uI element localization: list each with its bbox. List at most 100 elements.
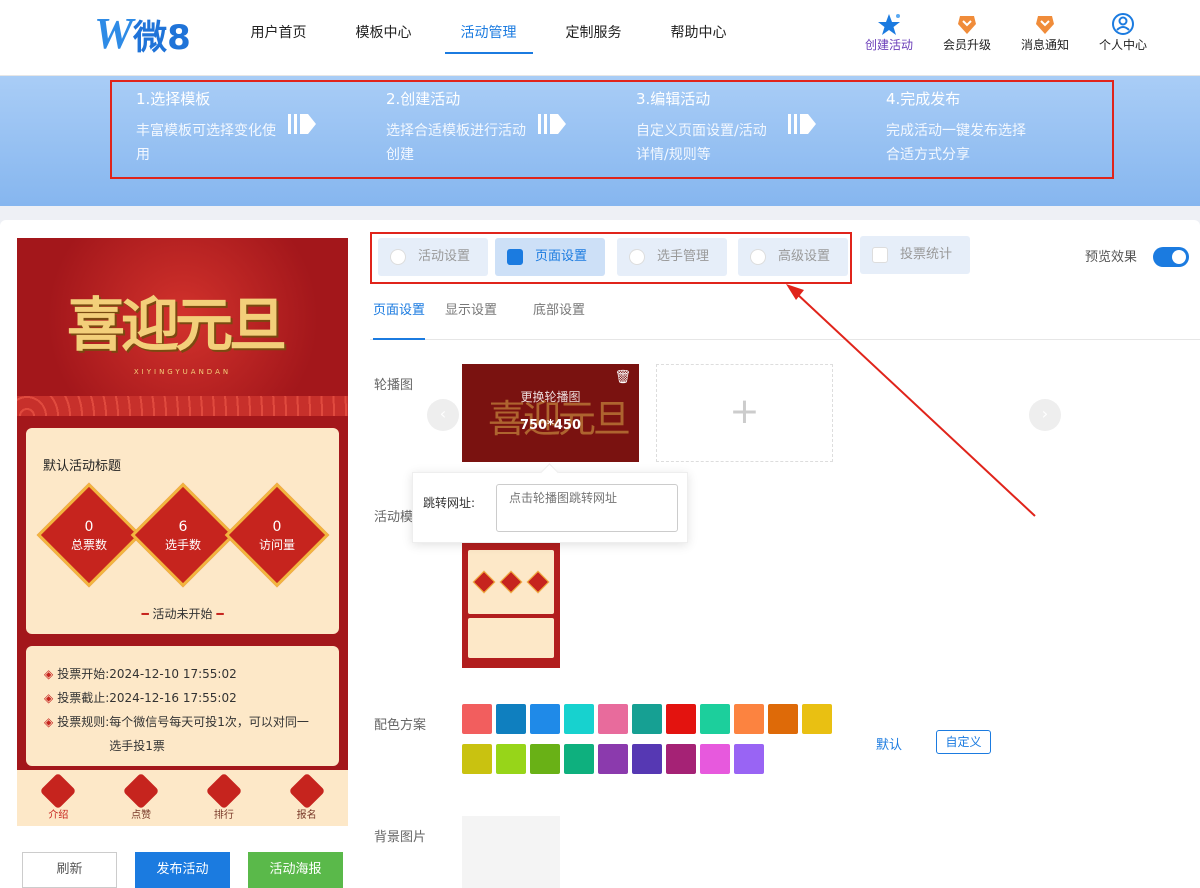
- color-swatch[interactable]: [564, 744, 594, 774]
- subtab-display-settings[interactable]: 显示设置: [445, 290, 513, 340]
- color-swatch[interactable]: [734, 704, 764, 734]
- status-deco-icon: ━: [212, 607, 224, 621]
- main-nav: 用户首页 模板中心 活动管理 定制服务 帮助中心: [226, 0, 751, 76]
- stat-value: 0: [272, 519, 282, 535]
- color-swatch[interactable]: [564, 704, 594, 734]
- color-swatch[interactable]: [666, 744, 696, 774]
- rule-row: ◈ 投票规则: 每个微信号每天可投1次，可以对同一选手投1票: [44, 710, 339, 758]
- rule-label: 投票截止:: [57, 691, 110, 705]
- subtab-footer-settings[interactable]: 底部设置: [533, 290, 601, 340]
- action-buttons: 刷新 发布活动 活动海报: [22, 852, 361, 888]
- tabbar-item-intro[interactable]: 介绍: [17, 770, 100, 826]
- background-image-upload[interactable]: [462, 816, 560, 888]
- tab-page-settings[interactable]: 页面设置: [495, 238, 605, 276]
- next-arrow-icon[interactable]: ›: [1029, 399, 1061, 431]
- create-activity-button[interactable]: 创建活动: [850, 10, 928, 53]
- personal-center-button[interactable]: 个人中心: [1084, 10, 1162, 53]
- step-desc: 自定义页面设置/活动详情/规则等: [636, 123, 767, 163]
- publish-button[interactable]: 发布活动: [135, 852, 230, 888]
- nav-item-help[interactable]: 帮助中心: [646, 0, 751, 76]
- prev-arrow-icon[interactable]: ‹: [427, 399, 459, 431]
- stat-value: 6: [178, 519, 188, 535]
- poster-subtitle: XIYINGYUANDAN: [133, 368, 232, 376]
- color-swatch[interactable]: [530, 704, 560, 734]
- tab-vote-stats[interactable]: 投票统计: [860, 236, 970, 274]
- color-swatches: [462, 704, 852, 784]
- step-title: 3.编辑活动: [636, 90, 711, 108]
- member-upgrade-button[interactable]: 会员升级: [928, 10, 1006, 53]
- mobile-preview: 喜迎元旦 XIYINGYUANDAN 默认活动标题 0 总票数 6 选手数 0 …: [17, 238, 348, 826]
- step-desc: 丰富模板可选择变化使用: [136, 123, 276, 163]
- settings-tabs-highlight: 活动设置 页面设置 选手管理 高级设置: [370, 232, 852, 284]
- color-swatch[interactable]: [530, 744, 560, 774]
- advanced-icon: [750, 249, 766, 265]
- person-icon: [629, 249, 645, 265]
- color-swatch[interactable]: [496, 704, 526, 734]
- color-swatch[interactable]: [632, 704, 662, 734]
- nav-item-custom-service[interactable]: 定制服务: [541, 0, 646, 76]
- wave-decoration: [17, 396, 348, 416]
- nav-item-activity-management[interactable]: 活动管理: [436, 0, 541, 76]
- tabbar-label: 点赞: [131, 810, 152, 821]
- step-4: 4.完成发布 完成活动一键发布选择合适方式分享: [862, 82, 1112, 177]
- color-swatch[interactable]: [632, 744, 662, 774]
- template-thumbnail[interactable]: [462, 540, 560, 668]
- replace-carousel-text: 更换轮播图: [520, 390, 581, 404]
- site-logo[interactable]: W 微8: [94, 12, 191, 58]
- tab-label: 投票统计: [900, 247, 953, 262]
- create-activity-label: 创建活动: [864, 38, 913, 52]
- step-1: 1.选择模板 丰富模板可选择变化使用: [112, 82, 362, 177]
- like-icon: [122, 772, 160, 810]
- color-custom-button[interactable]: 自定义: [936, 730, 991, 754]
- step-arrow-icon: [788, 114, 816, 134]
- color-swatch[interactable]: [598, 704, 628, 734]
- tab-advanced-settings[interactable]: 高级设置: [738, 238, 848, 276]
- color-swatch[interactable]: [462, 744, 492, 774]
- color-swatch[interactable]: [700, 704, 730, 734]
- tabbar-item-rank[interactable]: 排行: [183, 770, 266, 826]
- tabbar-item-signup[interactable]: 报名: [265, 770, 348, 826]
- member-upgrade-label: 会员升级: [942, 38, 991, 52]
- page-icon: [507, 249, 523, 265]
- poster-button[interactable]: 活动海报: [248, 852, 343, 888]
- subtab-page-settings[interactable]: 页面设置: [373, 290, 426, 340]
- tab-activity-settings[interactable]: 活动设置: [378, 238, 488, 276]
- rank-icon: [205, 772, 243, 810]
- color-swatch[interactable]: [768, 704, 798, 734]
- nav-item-templates[interactable]: 模板中心: [331, 0, 436, 76]
- color-swatch[interactable]: [598, 744, 628, 774]
- heart-icon: [390, 249, 406, 265]
- carousel-image[interactable]: 喜迎元旦 更换轮播图 750*450 🗑: [462, 364, 639, 462]
- notifications-button[interactable]: 消息通知: [1006, 10, 1084, 53]
- tab-label: 页面设置: [535, 249, 588, 264]
- color-swatch[interactable]: [734, 744, 764, 774]
- color-swatch[interactable]: [700, 744, 730, 774]
- color-scheme-label: 配色方案: [374, 718, 427, 733]
- refresh-button[interactable]: 刷新: [22, 852, 117, 888]
- step-desc: 选择合适模板进行活动创建: [386, 123, 526, 163]
- trash-icon[interactable]: 🗑: [614, 370, 631, 385]
- stat-visits: 0 访问量: [237, 518, 317, 554]
- crown-icon: [928, 10, 1006, 36]
- personal-center-label: 个人中心: [1098, 38, 1147, 52]
- nav-item-home[interactable]: 用户首页: [226, 0, 331, 76]
- notifications-label: 消息通知: [1020, 38, 1069, 52]
- preview-toggle-switch[interactable]: [1153, 247, 1189, 267]
- carousel-size: 750*450: [519, 418, 582, 433]
- diamond-bullet-icon: ◈: [44, 691, 54, 705]
- tabbar-item-like[interactable]: 点赞: [100, 770, 183, 826]
- add-carousel-button[interactable]: +: [656, 364, 833, 462]
- background-image-label: 背景图片: [374, 830, 427, 845]
- color-swatch[interactable]: [802, 704, 832, 734]
- stat-total-votes: 0 总票数: [49, 518, 129, 554]
- color-default-button[interactable]: 默认: [876, 734, 902, 753]
- jump-url-input[interactable]: [496, 484, 678, 532]
- stat-label: 选手数: [164, 538, 201, 552]
- rule-label: 投票开始:: [57, 667, 110, 681]
- tab-contestant-management[interactable]: 选手管理: [617, 238, 727, 276]
- color-swatch[interactable]: [462, 704, 492, 734]
- color-swatch[interactable]: [666, 704, 696, 734]
- preview-tabbar: 介绍 点赞 排行 报名: [17, 770, 348, 826]
- color-swatch[interactable]: [496, 744, 526, 774]
- diamond-bullet-icon: ◈: [44, 667, 54, 681]
